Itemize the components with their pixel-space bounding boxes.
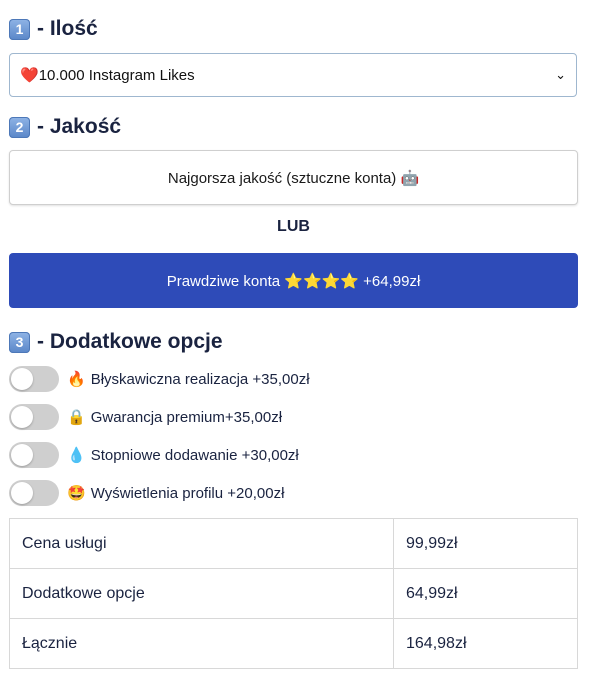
price-summary-table: Cena usługi 99,99zł Dodatkowe opcje 64,9… (9, 518, 578, 669)
or-label: LUB (277, 218, 310, 235)
gradual-label: Stopniowe dodawanie +30,00zł (90, 446, 299, 464)
toggle-knob (11, 406, 33, 428)
section-quality-title: 2 - Jakość (9, 115, 121, 139)
section-quantity-label: - Ilość (37, 17, 98, 40)
premium-guarantee-label: Gwarancja premium+35,00zł (90, 408, 283, 426)
section-quality-label: - Jakość (37, 115, 122, 138)
toggle-knob (11, 368, 33, 390)
profile-views-toggle[interactable] (9, 480, 59, 506)
quantity-select[interactable]: ❤️ 10.000 Instagram Likes ⌄ (9, 53, 577, 97)
toggle-knob (11, 444, 33, 466)
table-row: Cena usługi 99,99zł (9, 518, 578, 569)
extra-option-gradual: 💧 Stopniowe dodawanie +30,00zł (9, 442, 299, 468)
summary-label: Dodatkowe opcje (9, 568, 394, 619)
keycap-three-icon: 3 (9, 331, 30, 353)
gradual-toggle[interactable] (9, 442, 59, 468)
section-quantity-title: 1 - Ilość (9, 17, 98, 41)
express-toggle[interactable] (9, 366, 59, 392)
fire-icon: 🔥 (67, 371, 86, 388)
toggle-knob (11, 482, 33, 504)
quantity-selected-value: 10.000 Instagram Likes (38, 66, 195, 84)
summary-value: 99,99zł (393, 518, 578, 569)
extra-option-express: 🔥 Błyskawiczna realizacja +35,00zł (9, 366, 310, 392)
profile-views-label: Wyświetlenia profilu +20,00zł (90, 484, 285, 502)
table-row: Łącznie 164,98zł (9, 618, 578, 669)
quality-high-button[interactable]: Prawdziwe konta ⭐⭐⭐⭐ +64,99zł (9, 253, 578, 308)
droplet-icon: 💧 (67, 447, 86, 464)
table-row: Dodatkowe opcje 64,99zł (9, 568, 578, 619)
summary-value: 64,99zł (393, 568, 578, 619)
extra-option-premium-guarantee: 🔒 Gwarancja premium+35,00zł (9, 404, 282, 430)
heart-icon: ❤️ (20, 67, 39, 84)
extra-option-profile-views: 🤩 Wyświetlenia profilu +20,00zł (9, 480, 284, 506)
order-form: 1 - Ilość ❤️ 10.000 Instagram Likes ⌄ 2 … (0, 0, 607, 697)
summary-label: Cena usługi (9, 518, 394, 569)
keycap-one-icon: 1 (9, 18, 30, 40)
chevron-down-icon: ⌄ (555, 67, 566, 82)
lock-icon: 🔒 (67, 409, 86, 426)
section-extras-label: - Dodatkowe opcje (37, 330, 223, 353)
keycap-two-icon: 2 (9, 116, 30, 138)
summary-value: 164,98zł (393, 618, 578, 669)
premium-guarantee-toggle[interactable] (9, 404, 59, 430)
express-label: Błyskawiczna realizacja +35,00zł (90, 370, 310, 388)
summary-label: Łącznie (9, 618, 394, 669)
star-struck-icon: 🤩 (67, 485, 86, 502)
quality-low-button[interactable]: Najgorsza jakość (sztuczne konta) 🤖 (9, 150, 578, 205)
section-extras-title: 3 - Dodatkowe opcje (9, 330, 223, 354)
